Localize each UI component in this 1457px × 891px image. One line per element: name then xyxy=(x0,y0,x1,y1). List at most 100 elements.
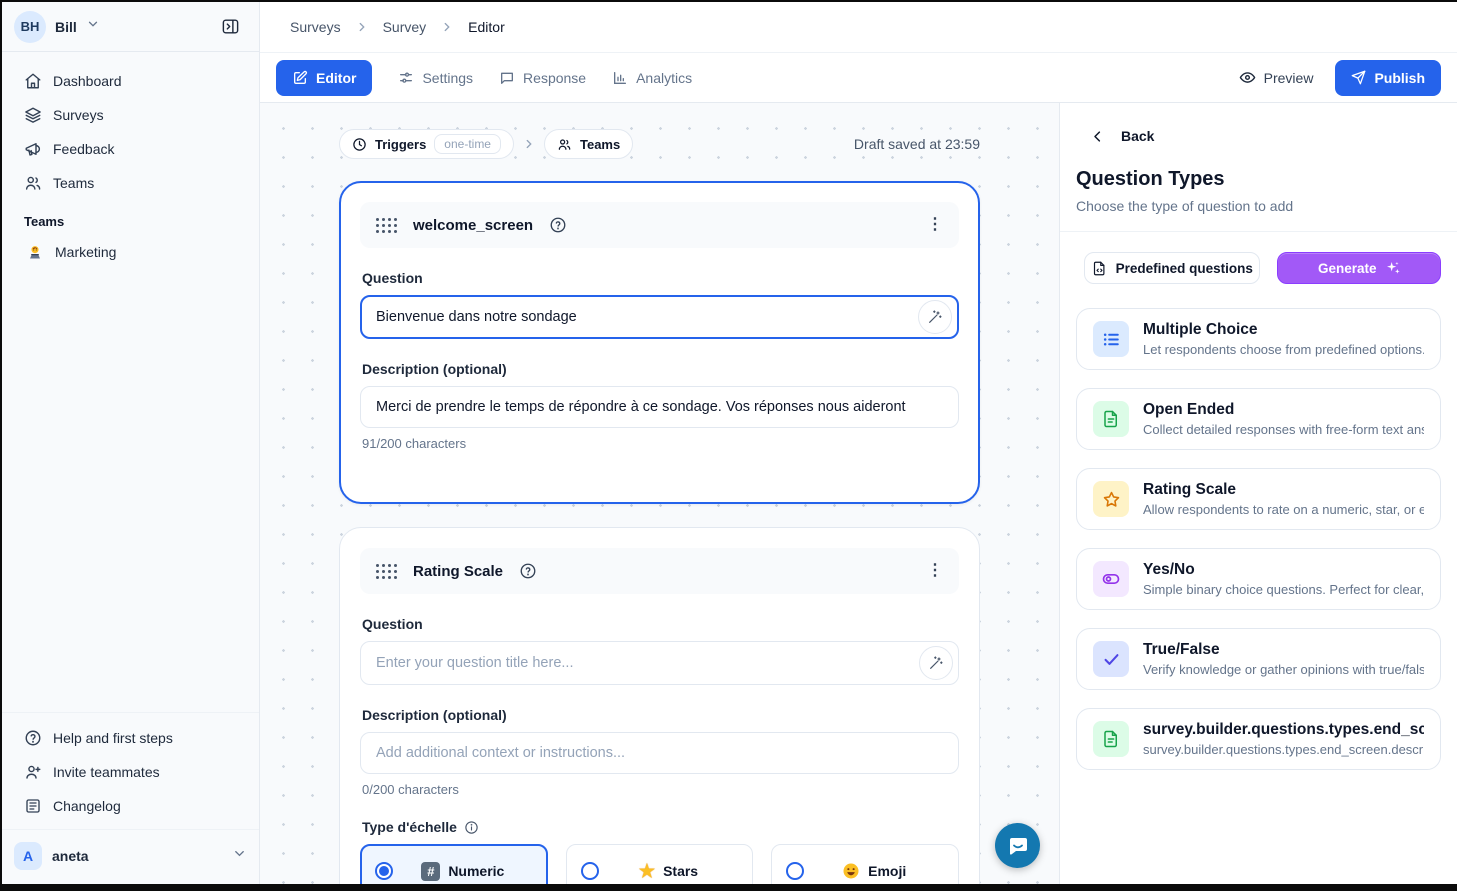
hash-keycap-icon: # xyxy=(421,862,440,881)
question-card-rating-scale[interactable]: Rating Scale ⋮ Question Enter your quest… xyxy=(339,527,980,884)
scale-option-label: Numeric xyxy=(448,863,504,879)
question-card-welcome-screen[interactable]: welcome_screen ⋮ Question Bienvenue dans… xyxy=(339,181,980,504)
publish-button[interactable]: Publish xyxy=(1335,60,1441,96)
question-type-rating-scale[interactable]: Rating Scale Allow respondents to rate o… xyxy=(1076,468,1441,530)
scale-option-emoji[interactable]: Emoji xyxy=(771,844,959,884)
layers-icon xyxy=(24,106,42,124)
account-avatar: A xyxy=(14,842,42,870)
info-icon xyxy=(464,820,479,835)
main-area: Surveys Survey Editor Editor Settings Re… xyxy=(260,2,1457,884)
edit-icon xyxy=(292,70,308,86)
workspace-switcher[interactable]: BH Bill xyxy=(2,2,259,52)
newspaper-icon xyxy=(24,797,42,815)
chevron-right-icon xyxy=(440,20,454,34)
breadcrumb: Surveys Survey Editor xyxy=(260,2,1457,53)
panel-title: Question Types xyxy=(1076,168,1441,191)
teams-section-label: Teams xyxy=(14,200,247,235)
kebab-menu-icon[interactable]: ⋮ xyxy=(927,217,943,233)
type-title: Multiple Choice xyxy=(1143,321,1424,339)
sidebar-item-label: Help and first steps xyxy=(53,730,173,746)
send-icon xyxy=(1351,70,1366,85)
chevron-down-icon xyxy=(86,17,100,36)
question-type-open-ended[interactable]: Open Ended Collect detailed responses wi… xyxy=(1076,388,1441,450)
question-types-panel: Back Question Types Choose the type of q… xyxy=(1059,103,1457,884)
magic-wand-icon xyxy=(928,655,944,671)
ai-rewrite-button[interactable] xyxy=(919,646,953,680)
file-text-icon xyxy=(1093,401,1129,437)
char-count: 0/200 characters xyxy=(362,782,957,797)
chevron-right-icon xyxy=(522,137,536,151)
type-title: Rating Scale xyxy=(1143,481,1424,499)
back-button[interactable]: Back xyxy=(1076,128,1441,144)
type-description: survey.builder.questions.types.end_scree… xyxy=(1143,742,1424,757)
sidebar-spacer xyxy=(2,269,259,712)
question-title-input[interactable]: Enter your question title here... xyxy=(360,641,959,685)
breadcrumb-surveys[interactable]: Surveys xyxy=(290,19,341,35)
question-card-header[interactable]: welcome_screen ⋮ xyxy=(360,202,959,248)
sidebar-item-changelog[interactable]: Changelog xyxy=(14,789,247,823)
sidebar-item-label: Changelog xyxy=(53,798,121,814)
question-card-title: Rating Scale xyxy=(413,563,503,580)
sidebar: BH Bill Dashboard Surveys Feedback xyxy=(2,2,260,884)
description-label: Description (optional) xyxy=(362,707,957,723)
back-label: Back xyxy=(1121,128,1154,144)
generate-label: Generate xyxy=(1318,261,1377,276)
generate-button[interactable]: Generate xyxy=(1277,252,1441,284)
scale-option-stars[interactable]: ★ Stars xyxy=(566,844,754,884)
type-description: Collect detailed responses with free-for… xyxy=(1143,422,1424,437)
scale-option-label: Stars xyxy=(663,863,698,879)
triggers-label: Triggers xyxy=(375,137,426,152)
tab-label: Settings xyxy=(422,70,473,86)
tab-editor[interactable]: Editor xyxy=(276,60,372,96)
teams-pill[interactable]: Teams xyxy=(544,129,633,159)
question-card-title: welcome_screen xyxy=(413,217,533,234)
kebab-menu-icon[interactable]: ⋮ xyxy=(927,563,943,579)
file-code-icon xyxy=(1092,261,1107,276)
chat-widget-button[interactable] xyxy=(995,823,1040,868)
tab-response[interactable]: Response xyxy=(499,70,586,86)
sidebar-item-help[interactable]: Help and first steps xyxy=(14,721,247,755)
tab-label: Analytics xyxy=(636,70,692,86)
question-type-true-false[interactable]: True/False Verify knowledge or gather op… xyxy=(1076,628,1441,690)
sidebar-item-teams[interactable]: Teams xyxy=(14,166,247,200)
tab-settings[interactable]: Settings xyxy=(398,70,473,86)
sidebar-item-surveys[interactable]: Surveys xyxy=(14,98,247,132)
draft-status: Draft saved at 23:59 xyxy=(854,136,980,152)
smiley-emoji-icon xyxy=(842,862,860,880)
description-input[interactable]: Merci de prendre le temps de répondre à … xyxy=(360,386,959,428)
survey-canvas: Triggers one-time Teams Draft saved at 2… xyxy=(260,103,1059,884)
char-count: 91/200 characters xyxy=(362,436,957,451)
question-card-header[interactable]: Rating Scale ⋮ xyxy=(360,548,959,594)
trigger-type-badge: one-time xyxy=(434,134,501,154)
panel-subtitle: Choose the type of question to add xyxy=(1076,198,1441,214)
chevron-down-icon xyxy=(232,846,247,866)
predefined-questions-button[interactable]: Predefined questions xyxy=(1084,252,1260,284)
radio-icon xyxy=(581,862,599,880)
sidebar-item-feedback[interactable]: Feedback xyxy=(14,132,247,166)
preview-button[interactable]: Preview xyxy=(1239,69,1314,86)
clock-icon xyxy=(352,137,367,152)
drag-handle-icon[interactable] xyxy=(376,218,397,233)
question-type-multiple-choice[interactable]: Multiple Choice Let respondents choose f… xyxy=(1076,308,1441,370)
scale-option-numeric[interactable]: # Numeric xyxy=(360,844,548,884)
question-title-input[interactable]: Bienvenue dans notre sondage xyxy=(360,295,959,339)
ai-rewrite-button[interactable] xyxy=(918,300,952,334)
drag-handle-icon[interactable] xyxy=(376,564,397,579)
question-title-value: Bienvenue dans notre sondage xyxy=(376,309,906,325)
account-menu[interactable]: A aneta xyxy=(2,829,259,884)
breadcrumb-survey[interactable]: Survey xyxy=(383,19,427,35)
breadcrumb-editor: Editor xyxy=(468,19,505,35)
triggers-pill[interactable]: Triggers one-time xyxy=(339,129,514,159)
question-label: Question xyxy=(362,270,957,286)
description-placeholder: Add additional context or instructions..… xyxy=(376,745,906,761)
question-type-yes-no[interactable]: Yes/No Simple binary choice questions. P… xyxy=(1076,548,1441,610)
sidebar-item-invite[interactable]: Invite teammates xyxy=(14,755,247,789)
description-input[interactable]: Add additional context or instructions..… xyxy=(360,732,959,774)
tab-analytics[interactable]: Analytics xyxy=(612,70,692,86)
help-circle-icon xyxy=(549,216,567,234)
question-type-end-screen[interactable]: survey.builder.questions.types.end_scr..… xyxy=(1076,708,1441,770)
sidebar-item-team-marketing[interactable]: Marketing xyxy=(14,235,247,269)
collapse-sidebar-button[interactable] xyxy=(213,10,247,44)
sidebar-item-dashboard[interactable]: Dashboard xyxy=(14,64,247,98)
publish-label: Publish xyxy=(1374,70,1425,86)
